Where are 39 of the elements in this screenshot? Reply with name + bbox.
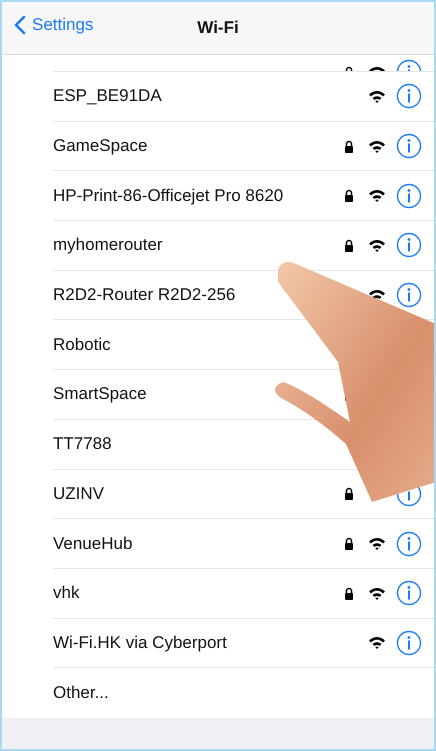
network-name: UZINV	[53, 484, 104, 504]
info-icon[interactable]	[396, 133, 422, 160]
network-row[interactable]: HP-Print-86-Officejet Pro 8620	[53, 171, 434, 222]
network-row[interactable]: vhk	[53, 568, 434, 619]
info-icon[interactable]	[396, 83, 422, 110]
wifi-icon	[368, 238, 386, 252]
info-icon[interactable]	[396, 630, 422, 656]
network-row[interactable]: GameSpace	[53, 122, 434, 172]
network-row[interactable]: Wi-Fi.HK via Cyberport	[53, 618, 434, 668]
network-name: Wi-Fi.HK via Cyberport	[53, 632, 227, 653]
wifi-icon	[368, 189, 386, 202]
wifi-icon	[368, 90, 386, 103]
wifi-icon	[368, 537, 386, 550]
wifi-icon	[368, 586, 386, 600]
network-name: GameSpace	[53, 136, 148, 156]
other-network-row[interactable]: Other...	[53, 668, 434, 718]
info-icon[interactable]	[396, 232, 422, 258]
screen-title: Wi-Fi	[197, 18, 239, 38]
network-name: R2D2-Router R2D2-256	[53, 285, 236, 306]
wifi-icon	[368, 636, 386, 650]
network-name: TT7788	[53, 434, 112, 454]
info-icon[interactable]	[396, 282, 422, 308]
info-icon[interactable]	[396, 580, 422, 606]
network-name: SmartSpace	[53, 384, 147, 404]
wifi-icon	[368, 140, 386, 153]
info-icon[interactable]	[396, 530, 422, 557]
network-row[interactable]: ESP_BE91DA	[53, 72, 434, 122]
network-name: myhomerouter	[53, 235, 163, 256]
network-row[interactable]: VenueHub	[53, 519, 434, 569]
network-name: vhk	[53, 583, 80, 604]
network-name: HP-Print-86-Officejet Pro 8620	[53, 186, 284, 206]
network-name: Robotic	[53, 334, 111, 355]
info-icon[interactable]	[396, 182, 422, 209]
network-name: VenueHub	[53, 534, 132, 554]
network-name: ESP_BE91DA	[53, 86, 162, 106]
back-chevron-icon	[14, 15, 26, 35]
other-network-label: Other...	[53, 683, 109, 704]
back-button[interactable]: Settings	[14, 15, 94, 35]
wifi-icon	[368, 288, 386, 302]
